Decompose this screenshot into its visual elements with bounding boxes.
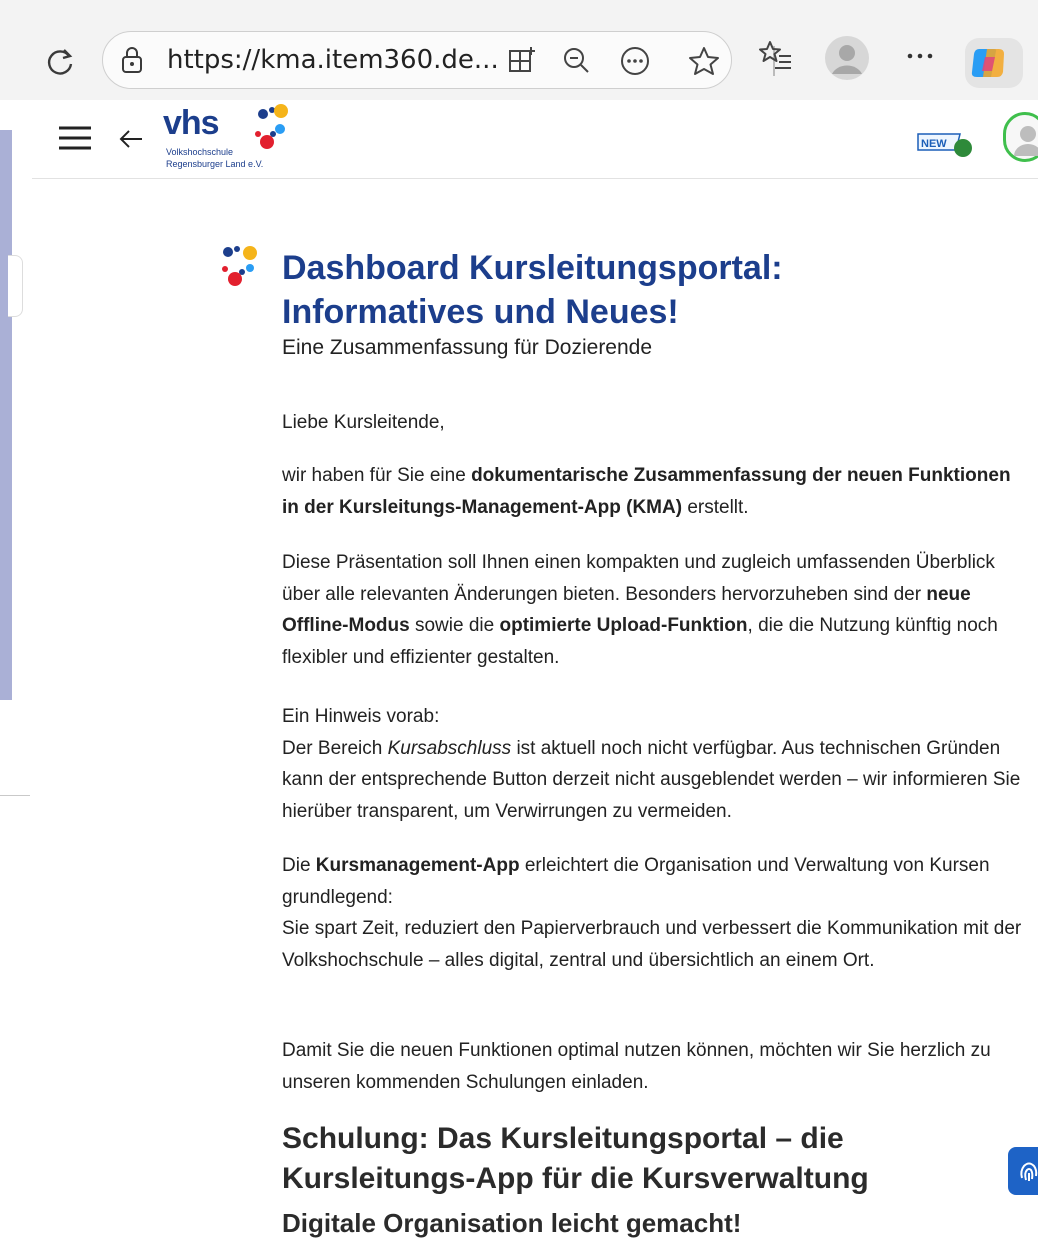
user-avatar[interactable] [1003,112,1038,162]
accessibility-button[interactable] [1008,1147,1038,1195]
notice-paragraph: Ein Hinweis vorab: Der Bereich Kursabschl… [282,706,1021,822]
copilot-icon [971,49,1004,77]
menu-icon[interactable] [58,124,92,157]
settings-more-icon[interactable] [905,46,935,71]
new-badge[interactable]: NEW [916,130,976,167]
training-subheading: Digitale Organisation leicht gemacht! [282,1208,742,1238]
overview-paragraph: Diese Präsentation soll Ihnen einen komp… [282,552,998,668]
copilot-button[interactable] [965,38,1023,88]
training-invite-paragraph: Damit Sie die neuen Funktionen optimal n… [282,1040,991,1093]
profile-avatar-icon[interactable] [824,35,870,86]
zoom-out-icon[interactable] [561,45,591,80]
app-add-icon[interactable] [507,45,537,80]
url-text[interactable]: https://kma.item360.de... [167,45,499,75]
user-icon [1014,126,1038,156]
training-heading: Schulung: Das Kursleitungsportal – die K… [282,1122,869,1195]
page-title: Dashboard Kursleitungsportal: Informativ… [282,249,783,331]
app-benefits-paragraph: Die Kursmanagement-App erleichtert die O… [282,855,1022,971]
logo-subtitle: Volkshochschule Regensburger Land e.V. [166,147,264,169]
logo-text: vhs [163,104,220,142]
back-arrow-icon[interactable] [118,127,144,156]
vhs-logo[interactable]: vhs Volkshochschule Regensburger Land e.… [163,102,323,176]
divider [0,795,30,796]
intro-paragraph: wir haben für Sie eine dokumentarische Z… [282,465,1011,518]
address-bar[interactable]: https://kma.item360.de... [102,31,775,89]
fingerprint-icon [1020,1162,1038,1181]
side-overlay-panel [0,130,12,700]
more-tools-icon[interactable] [619,45,651,82]
favorite-star-icon[interactable] [687,45,721,82]
page-subtitle: Eine Zusammenfassung für Dozierende [282,336,653,359]
lock-icon[interactable] [119,46,145,79]
reload-icon[interactable] [40,40,80,84]
greeting-text: Liebe Kursleitende, [282,412,445,433]
svg-text:NEW: NEW [921,138,947,150]
panel-handle[interactable] [8,255,23,317]
favorites-list-icon[interactable] [758,38,794,77]
title-logo-icon [218,243,264,294]
